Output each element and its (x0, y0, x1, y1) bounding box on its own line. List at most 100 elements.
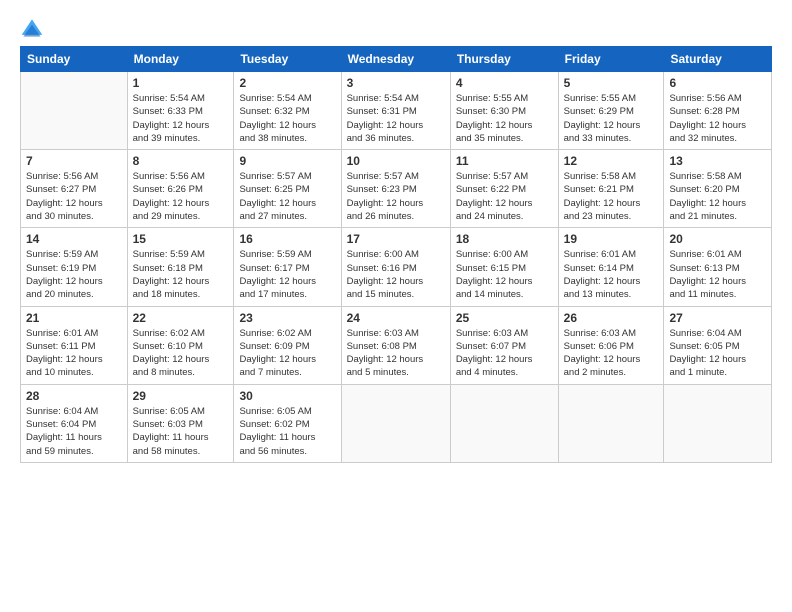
calendar-header-row: SundayMondayTuesdayWednesdayThursdayFrid… (21, 47, 772, 72)
header (20, 16, 772, 40)
calendar-cell: 30 Sunrise: 6:05 AM Sunset: 6:02 PM Dayli… (234, 384, 341, 462)
day-info: Sunrise: 6:02 AM Sunset: 6:10 PM Dayligh… (133, 327, 229, 380)
day-info: Sunrise: 6:05 AM Sunset: 6:02 PM Dayligh… (239, 405, 335, 458)
day-info: Sunrise: 5:54 AM Sunset: 6:31 PM Dayligh… (347, 92, 445, 145)
day-info: Sunrise: 5:57 AM Sunset: 6:25 PM Dayligh… (239, 170, 335, 223)
day-info: Sunrise: 5:58 AM Sunset: 6:20 PM Dayligh… (669, 170, 766, 223)
day-number: 8 (133, 154, 229, 168)
calendar-cell: 20 Sunrise: 6:01 AM Sunset: 6:13 PM Dayli… (664, 228, 772, 306)
day-number: 24 (347, 311, 445, 325)
calendar-cell: 5 Sunrise: 5:55 AM Sunset: 6:29 PM Daylig… (558, 72, 664, 150)
calendar-cell (558, 384, 664, 462)
day-info: Sunrise: 5:56 AM Sunset: 6:27 PM Dayligh… (26, 170, 122, 223)
day-info: Sunrise: 6:03 AM Sunset: 6:08 PM Dayligh… (347, 327, 445, 380)
calendar-cell: 9Sunrise: 5:57 AM Sunset: 6:25 PM Daylig… (234, 150, 341, 228)
calendar-cell (664, 384, 772, 462)
day-info: Sunrise: 5:55 AM Sunset: 6:29 PM Dayligh… (564, 92, 659, 145)
day-of-week-sunday: Sunday (21, 47, 128, 72)
calendar-cell (450, 384, 558, 462)
day-number: 16 (239, 232, 335, 246)
day-info: Sunrise: 6:05 AM Sunset: 6:03 PM Dayligh… (133, 405, 229, 458)
calendar-cell: 25 Sunrise: 6:03 AM Sunset: 6:07 PM Dayli… (450, 306, 558, 384)
day-of-week-wednesday: Wednesday (341, 47, 450, 72)
day-number: 30 (239, 389, 335, 403)
day-of-week-tuesday: Tuesday (234, 47, 341, 72)
day-info: Sunrise: 6:04 AM Sunset: 6:04 PM Dayligh… (26, 405, 122, 458)
day-info: Sunrise: 6:00 AM Sunset: 6:16 PM Dayligh… (347, 248, 445, 301)
calendar-cell: 21 Sunrise: 6:01 AM Sunset: 6:11 PM Dayli… (21, 306, 128, 384)
day-info: Sunrise: 6:04 AM Sunset: 6:05 PM Dayligh… (669, 327, 766, 380)
day-number: 12 (564, 154, 659, 168)
calendar-cell: 14 Sunrise: 5:59 AM Sunset: 6:19 PM Dayli… (21, 228, 128, 306)
calendar-cell: 19 Sunrise: 6:01 AM Sunset: 6:14 PM Dayli… (558, 228, 664, 306)
day-number: 27 (669, 311, 766, 325)
day-info: Sunrise: 6:01 AM Sunset: 6:14 PM Dayligh… (564, 248, 659, 301)
day-number: 1 (133, 76, 229, 90)
day-of-week-thursday: Thursday (450, 47, 558, 72)
calendar-cell: 15Sunrise: 5:59 AM Sunset: 6:18 PM Dayli… (127, 228, 234, 306)
page: SundayMondayTuesdayWednesdayThursdayFrid… (0, 0, 792, 612)
calendar-week-5: 28 Sunrise: 6:04 AM Sunset: 6:04 PM Dayli… (21, 384, 772, 462)
day-info: Sunrise: 6:01 AM Sunset: 6:11 PM Dayligh… (26, 327, 122, 380)
day-info: Sunrise: 5:56 AM Sunset: 6:26 PM Dayligh… (133, 170, 229, 223)
calendar-cell: 6 Sunrise: 5:56 AM Sunset: 6:28 PM Daylig… (664, 72, 772, 150)
day-info: Sunrise: 5:54 AM Sunset: 6:33 PM Dayligh… (133, 92, 229, 145)
calendar-table: SundayMondayTuesdayWednesdayThursdayFrid… (20, 46, 772, 463)
day-info: Sunrise: 5:57 AM Sunset: 6:23 PM Dayligh… (347, 170, 445, 223)
calendar-cell: 11 Sunrise: 5:57 AM Sunset: 6:22 PM Dayli… (450, 150, 558, 228)
day-number: 26 (564, 311, 659, 325)
day-number: 14 (26, 232, 122, 246)
calendar-cell: 22Sunrise: 6:02 AM Sunset: 6:10 PM Dayli… (127, 306, 234, 384)
day-info: Sunrise: 6:01 AM Sunset: 6:13 PM Dayligh… (669, 248, 766, 301)
calendar-week-4: 21 Sunrise: 6:01 AM Sunset: 6:11 PM Dayli… (21, 306, 772, 384)
day-info: Sunrise: 6:02 AM Sunset: 6:09 PM Dayligh… (239, 327, 335, 380)
calendar-cell: 12 Sunrise: 5:58 AM Sunset: 6:21 PM Dayli… (558, 150, 664, 228)
calendar-week-2: 7Sunrise: 5:56 AM Sunset: 6:27 PM Daylig… (21, 150, 772, 228)
day-number: 3 (347, 76, 445, 90)
day-number: 19 (564, 232, 659, 246)
day-number: 10 (347, 154, 445, 168)
day-info: Sunrise: 5:57 AM Sunset: 6:22 PM Dayligh… (456, 170, 553, 223)
day-info: Sunrise: 6:00 AM Sunset: 6:15 PM Dayligh… (456, 248, 553, 301)
day-number: 28 (26, 389, 122, 403)
calendar-cell: 3 Sunrise: 5:54 AM Sunset: 6:31 PM Daylig… (341, 72, 450, 150)
day-of-week-monday: Monday (127, 47, 234, 72)
day-info: Sunrise: 5:55 AM Sunset: 6:30 PM Dayligh… (456, 92, 553, 145)
day-number: 23 (239, 311, 335, 325)
calendar-cell: 10 Sunrise: 5:57 AM Sunset: 6:23 PM Dayli… (341, 150, 450, 228)
calendar-week-1: 1 Sunrise: 5:54 AM Sunset: 6:33 PM Daylig… (21, 72, 772, 150)
calendar-cell: 24 Sunrise: 6:03 AM Sunset: 6:08 PM Dayli… (341, 306, 450, 384)
calendar-cell: 26 Sunrise: 6:03 AM Sunset: 6:06 PM Dayli… (558, 306, 664, 384)
day-number: 18 (456, 232, 553, 246)
day-of-week-saturday: Saturday (664, 47, 772, 72)
day-info: Sunrise: 6:03 AM Sunset: 6:06 PM Dayligh… (564, 327, 659, 380)
calendar-cell: 28 Sunrise: 6:04 AM Sunset: 6:04 PM Dayli… (21, 384, 128, 462)
calendar-cell: 13 Sunrise: 5:58 AM Sunset: 6:20 PM Dayli… (664, 150, 772, 228)
day-number: 11 (456, 154, 553, 168)
day-info: Sunrise: 5:59 AM Sunset: 6:17 PM Dayligh… (239, 248, 335, 301)
day-number: 29 (133, 389, 229, 403)
calendar-cell: 1 Sunrise: 5:54 AM Sunset: 6:33 PM Daylig… (127, 72, 234, 150)
day-number: 21 (26, 311, 122, 325)
day-info: Sunrise: 5:56 AM Sunset: 6:28 PM Dayligh… (669, 92, 766, 145)
day-number: 20 (669, 232, 766, 246)
calendar-cell: 16 Sunrise: 5:59 AM Sunset: 6:17 PM Dayli… (234, 228, 341, 306)
logo (20, 16, 48, 40)
logo-icon (20, 16, 44, 40)
calendar-cell: 29 Sunrise: 6:05 AM Sunset: 6:03 PM Dayli… (127, 384, 234, 462)
day-info: Sunrise: 5:59 AM Sunset: 6:18 PM Dayligh… (133, 248, 229, 301)
day-info: Sunrise: 5:59 AM Sunset: 6:19 PM Dayligh… (26, 248, 122, 301)
calendar-week-3: 14 Sunrise: 5:59 AM Sunset: 6:19 PM Dayli… (21, 228, 772, 306)
day-of-week-friday: Friday (558, 47, 664, 72)
day-number: 13 (669, 154, 766, 168)
calendar-cell: 4Sunrise: 5:55 AM Sunset: 6:30 PM Daylig… (450, 72, 558, 150)
day-number: 25 (456, 311, 553, 325)
day-number: 5 (564, 76, 659, 90)
day-info: Sunrise: 5:58 AM Sunset: 6:21 PM Dayligh… (564, 170, 659, 223)
calendar-cell: 17Sunrise: 6:00 AM Sunset: 6:16 PM Dayli… (341, 228, 450, 306)
calendar-cell: 7Sunrise: 5:56 AM Sunset: 6:27 PM Daylig… (21, 150, 128, 228)
calendar-cell (21, 72, 128, 150)
day-number: 6 (669, 76, 766, 90)
calendar-cell (341, 384, 450, 462)
day-info: Sunrise: 6:03 AM Sunset: 6:07 PM Dayligh… (456, 327, 553, 380)
